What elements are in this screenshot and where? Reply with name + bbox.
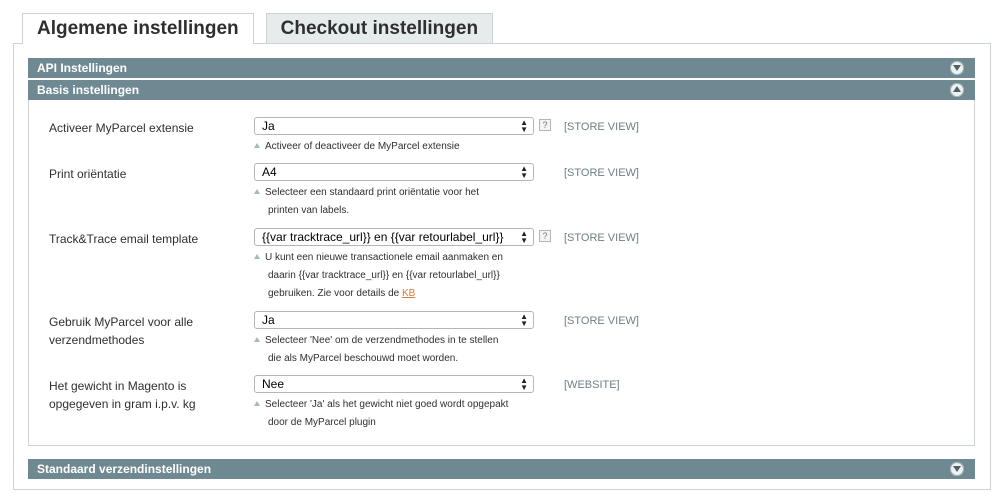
collapse-icon[interactable] [950, 83, 964, 97]
kb-link[interactable]: KB [402, 288, 415, 299]
updown-arrows-icon: ▲ ▼ [520, 164, 528, 180]
select-value: A4 [262, 165, 277, 179]
field-label: Track&Trace email template [49, 232, 199, 246]
field-label: Gebruik MyParcel voor alle verzendmethod… [49, 315, 194, 347]
triangle-up-icon [254, 401, 260, 406]
triangle-up-icon [254, 254, 260, 259]
section-title: API Instellingen [37, 61, 128, 75]
gebruik-myparcel-select[interactable]: Ja ▲ ▼ [254, 311, 534, 329]
tab-algemene-instellingen[interactable]: Algemene instellingen [22, 13, 254, 44]
expand-icon[interactable] [950, 61, 964, 75]
tab-checkout-instellingen[interactable]: Checkout instellingen [265, 13, 494, 43]
help-icon[interactable]: ? [539, 119, 551, 131]
field-note: Selecteer 'Ja' als het gewicht niet goed… [254, 396, 539, 432]
triangle-up-icon [254, 337, 260, 342]
basis-fieldset: Activeer MyParcel extensie Ja ▲ ▼ ? Activ… [28, 100, 975, 446]
expand-icon[interactable] [950, 462, 964, 476]
section-standaard-verzendinstellingen[interactable]: Standaard verzendinstellingen [28, 459, 975, 479]
help-icon[interactable]: ? [539, 230, 551, 242]
field-label: Print oriëntatie [49, 167, 127, 181]
field-label: Activeer MyParcel extensie [49, 121, 194, 135]
select-value: Ja [262, 119, 275, 133]
updown-arrows-icon: ▲ ▼ [520, 118, 528, 134]
scope-label: [STORE VIEW] [564, 232, 639, 244]
select-value: Ja [262, 313, 275, 327]
activeer-select[interactable]: Ja ▲ ▼ [254, 117, 534, 135]
tab-bar: Algemene instellingen Checkout instellin… [22, 13, 494, 44]
gewicht-gram-select[interactable]: Nee ▲ ▼ [254, 375, 534, 393]
updown-arrows-icon: ▲ ▼ [520, 312, 528, 328]
section-basis-instellingen[interactable]: Basis instellingen [28, 80, 975, 100]
scope-label: [WEBSITE] [564, 379, 620, 391]
scope-label: [STORE VIEW] [564, 315, 639, 327]
triangle-up-icon [254, 143, 260, 148]
tracktrace-template-select[interactable]: {{var tracktrace_url}} en {{var retourla… [254, 228, 534, 246]
updown-arrows-icon: ▲ ▼ [520, 376, 528, 392]
select-value: {{var tracktrace_url}} en {{var retourla… [262, 230, 504, 244]
section-api-instellingen[interactable]: API Instellingen [28, 58, 975, 78]
scope-label: [STORE VIEW] [564, 167, 639, 179]
scope-label: [STORE VIEW] [564, 121, 639, 133]
triangle-up-icon [254, 189, 260, 194]
section-title: Basis instellingen [37, 83, 140, 97]
field-label: Het gewicht in Magento is opgegeven in g… [49, 379, 196, 411]
updown-arrows-icon: ▲ ▼ [520, 229, 528, 245]
field-note: Activeer of deactiveer de MyParcel exten… [254, 138, 539, 156]
field-note: U kunt een nieuwe transactionele email a… [254, 249, 539, 303]
field-note: Selecteer 'Nee' om de verzendmethodes in… [254, 332, 539, 368]
select-value: Nee [262, 377, 285, 391]
section-title: Standaard verzendinstellingen [37, 462, 212, 476]
print-orientatie-select[interactable]: A4 ▲ ▼ [254, 163, 534, 181]
field-note: Selecteer een standaard print oriëntatie… [254, 184, 539, 220]
